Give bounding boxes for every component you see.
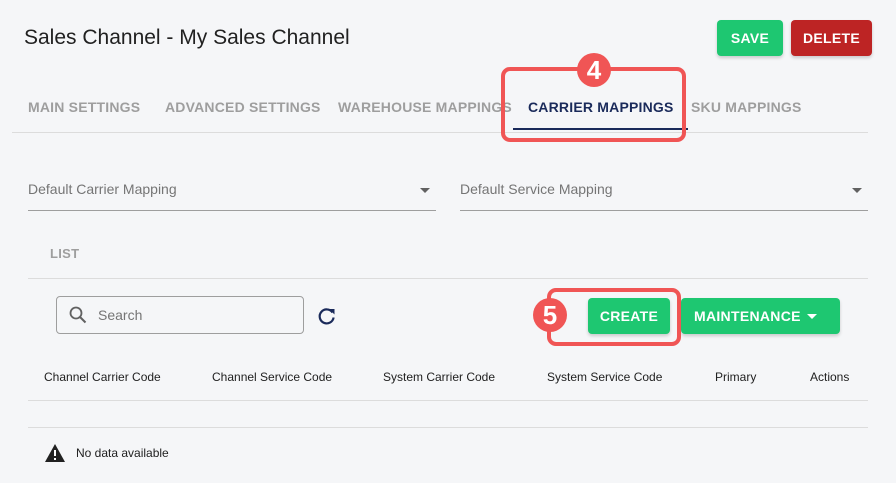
empty-state-text: No data available: [76, 446, 169, 460]
dropdown-arrow-icon: [852, 188, 862, 193]
default-service-mapping-select[interactable]: Default Service Mapping: [460, 174, 868, 211]
maintenance-button[interactable]: MAINTENANCE: [681, 298, 840, 334]
search-icon: [69, 306, 87, 324]
tab-advanced-settings[interactable]: ADVANCED SETTINGS: [165, 86, 321, 128]
search-input[interactable]: Search: [56, 296, 304, 334]
chevron-down-icon: [807, 314, 817, 319]
refresh-icon[interactable]: [317, 306, 337, 326]
maintenance-label: MAINTENANCE: [694, 308, 801, 324]
column-header-system-carrier-code[interactable]: System Carrier Code: [383, 370, 495, 384]
tab-sku-mappings[interactable]: SKU MAPPINGS: [691, 86, 802, 128]
delete-button[interactable]: DELETE: [791, 20, 872, 56]
search-placeholder: Search: [98, 307, 143, 323]
tab-main-settings[interactable]: MAIN SETTINGS: [28, 86, 140, 128]
callout-highlight-create: [547, 288, 681, 346]
column-header-primary[interactable]: Primary: [715, 370, 756, 384]
list-heading: LIST: [50, 246, 80, 261]
callout-step-4: 4: [577, 53, 611, 87]
save-button[interactable]: SAVE: [717, 20, 783, 56]
column-header-channel-service-code[interactable]: Channel Service Code: [212, 370, 332, 384]
table-divider: [28, 427, 868, 428]
dropdown-arrow-icon: [420, 188, 430, 193]
default-carrier-mapping-label: Default Carrier Mapping: [28, 181, 177, 197]
table-header-divider: [28, 400, 868, 401]
divider: [28, 278, 868, 279]
column-header-channel-carrier-code[interactable]: Channel Carrier Code: [44, 370, 161, 384]
callout-step-5: 5: [533, 298, 567, 332]
default-carrier-mapping-select[interactable]: Default Carrier Mapping: [28, 174, 436, 211]
tab-warehouse-mappings[interactable]: WAREHOUSE MAPPINGS: [338, 86, 512, 128]
tab-bar: MAIN SETTINGS ADVANCED SETTINGS WAREHOUS…: [12, 86, 868, 133]
default-service-mapping-label: Default Service Mapping: [460, 181, 613, 197]
page-title: Sales Channel - My Sales Channel: [24, 26, 350, 49]
warning-icon: [45, 444, 65, 462]
column-header-system-service-code[interactable]: System Service Code: [547, 370, 662, 384]
column-header-actions: Actions: [810, 370, 850, 384]
